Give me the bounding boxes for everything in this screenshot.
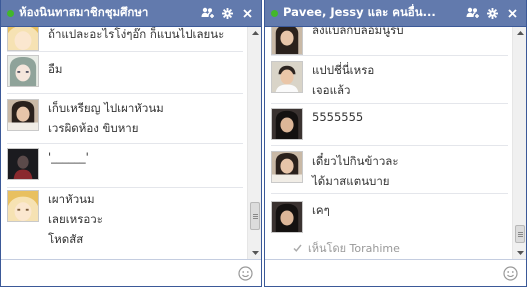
message-text: ถ้าแปละอะไรโง่ๆอ๊ก ก็แบนไปเลยนะ: [48, 27, 225, 41]
message-text: แปปชี่นี่เหรอ เจอแล้ว: [312, 63, 375, 97]
seen-indicator: เห็นโดย Torahime: [293, 239, 400, 257]
anime-avatar-icon[interactable]: [7, 190, 39, 222]
emoticon-icon[interactable]: [238, 266, 253, 281]
message-input[interactable]: [269, 263, 498, 283]
scroll-down-icon[interactable]: [248, 247, 262, 259]
message-list[interactable]: ถ้าแปละอะไรโง่ๆอ๊ก ก็แบนไปเลยนะ อืม เก็บ…: [1, 27, 247, 259]
emoticon-icon[interactable]: [503, 266, 518, 281]
photo-avatar-icon[interactable]: [271, 27, 303, 55]
message-text: เคๆ: [312, 203, 330, 217]
message-text: '______': [48, 150, 89, 164]
chat-titlebar[interactable]: Pavee, Jessy และ คนอื่น...: [265, 0, 526, 27]
message-text: เดี๋ยวไปกินข้าวละ ได้มาสแตนบาย: [312, 154, 399, 188]
message-text: อืม: [48, 62, 63, 76]
photo-avatar-icon[interactable]: [271, 151, 303, 183]
group-chat-window: Pavee, Jessy และ คนอื่น... ลงแบลกบลอมนูร…: [264, 0, 527, 287]
photo-avatar-icon[interactable]: [271, 61, 303, 93]
message-text: เก็บเหรียญ ไปเผาหัวนม เวรผิดห้อง ขิบหาย: [48, 101, 164, 135]
chat-titlebar[interactable]: ห้องนินทาสมาชิกชุมศึกษา: [1, 0, 261, 27]
message-text: ลงแบลกบลอมนูรบ: [312, 27, 404, 37]
scroll-down-icon[interactable]: [513, 247, 527, 259]
message-composer: [265, 259, 526, 286]
photo-avatar-icon[interactable]: [7, 148, 39, 180]
scroll-up-icon[interactable]: [248, 27, 262, 39]
group-chat-window: ห้องนินทาสมาชิกชุมศึกษา ถ้าแปละอะไรโง่ๆอ…: [0, 0, 262, 287]
scrollbar-thumb[interactable]: [250, 202, 260, 230]
photo-avatar-icon[interactable]: [7, 99, 39, 131]
close-icon[interactable]: [240, 6, 255, 21]
chat-title[interactable]: Pavee, Jessy และ คนอื่น...: [283, 4, 459, 22]
scroll-up-icon[interactable]: [513, 27, 527, 39]
scrollbar[interactable]: [512, 27, 526, 259]
anime-avatar-icon[interactable]: [7, 55, 39, 87]
close-icon[interactable]: [505, 6, 520, 21]
scrollbar[interactable]: [247, 27, 261, 259]
message-composer: [1, 259, 261, 286]
online-status-icon: [7, 9, 14, 17]
add-friends-icon[interactable]: [465, 6, 480, 21]
seen-text: เห็นโดย Torahime: [308, 242, 400, 255]
photo-avatar-icon[interactable]: [271, 201, 303, 233]
add-friends-icon[interactable]: [200, 6, 215, 21]
message-input[interactable]: [5, 263, 233, 283]
anime-avatar-icon[interactable]: [7, 27, 39, 51]
gear-icon[interactable]: [220, 6, 235, 21]
message-text: เผาหัวนม เลยเหรอวะ โหดสัส: [48, 192, 103, 246]
photo-avatar-icon[interactable]: [271, 108, 303, 140]
chat-title[interactable]: ห้องนินทาสมาชิกชุมศึกษา: [19, 4, 194, 22]
online-status-icon: [271, 9, 278, 17]
message-list[interactable]: ลงแบลกบลอมนูรบ แปปชี่นี่เหรอ เจอแล้ว 555…: [265, 27, 512, 259]
gear-icon[interactable]: [485, 6, 500, 21]
message-text: 5555555: [312, 110, 364, 124]
scrollbar-thumb[interactable]: [515, 225, 525, 243]
checkmark-icon: [293, 244, 302, 252]
